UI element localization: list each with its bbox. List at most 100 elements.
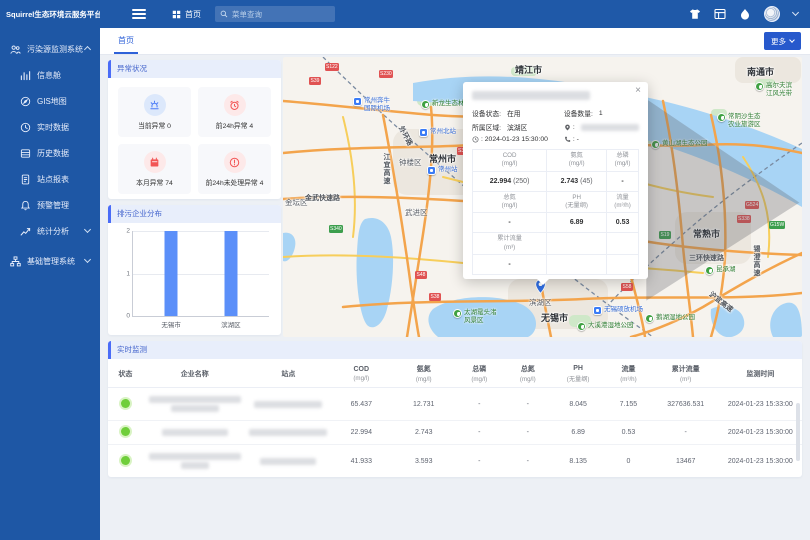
sidebar-item-实时数据[interactable]: 实时数据 [0, 114, 100, 140]
location-pin-icon [564, 124, 571, 131]
map-poi[interactable]: 无锡硕放机场 [593, 306, 643, 315]
scrollbar-thumb[interactable] [796, 403, 800, 461]
chevron-down-icon[interactable] [792, 9, 799, 16]
map-poi[interactable]: 大溪港湿地公园 [577, 322, 634, 331]
breadcrumb[interactable]: 首页 [172, 9, 201, 20]
metric-header [547, 233, 607, 255]
value-cell: 3.593 [393, 445, 455, 478]
station-cell [247, 388, 330, 421]
metric-value: 2.743 (45) [547, 171, 607, 191]
map-label-常州市: 常州市 [429, 152, 456, 165]
transport-poi-icon [593, 306, 602, 315]
status-cell [108, 388, 143, 421]
map-poi[interactable]: 太湖鼋头渚风景区 [453, 309, 497, 325]
device-phone: : - [573, 136, 579, 143]
station-cell [247, 421, 330, 445]
layout-icon[interactable] [714, 8, 726, 20]
map-poi[interactable]: 常州北站 [419, 128, 456, 137]
poi-label: 常州站 [438, 166, 458, 174]
map-poi[interactable]: 鹅湖湿地公园 [645, 314, 695, 323]
chevron-up-icon [84, 45, 91, 52]
status-card[interactable]: 前24h未处理异常 4 [198, 144, 271, 194]
base-system-icon [10, 256, 21, 267]
poi-label: 鹅湖湿地公园 [656, 314, 695, 322]
map-poi[interactable]: 常州奔牛国际机场 [353, 97, 390, 113]
hamburger-menu-icon[interactable] [132, 9, 146, 19]
road-badge-S340: S340 [329, 225, 343, 233]
road-badge-S39: S39 [309, 77, 321, 85]
status-card[interactable]: 本月异常 74 [118, 144, 191, 194]
poi-label: 黄山湖生态公园 [662, 140, 708, 148]
sidebar-item-预警管理[interactable]: 预警管理 [0, 192, 100, 218]
flame-icon[interactable] [739, 8, 751, 20]
monitor-table: 状态企业名称站点COD(mg/l)氨氮(mg/l)总磷(mg/l)总氮(mg/l… [108, 359, 802, 477]
sidebar-item-GIS地图[interactable]: GIS地图 [0, 88, 100, 114]
clock-alert-bubble [224, 94, 246, 116]
chevron-down-icon [84, 256, 91, 263]
metric-value: 6.89 [547, 213, 607, 233]
table-row[interactable]: 22.9942.743--6.890.53-2024-01-23 15:30:0… [108, 421, 802, 445]
chart-bar[interactable] [165, 231, 178, 316]
search-icon [220, 10, 228, 18]
sidebar-menu: 污染源监测系统信息舱GIS地图实时数据历史数据站点报表预警管理统计分析基础管理系… [0, 28, 100, 274]
tab-home[interactable]: 首页 [114, 28, 138, 54]
road-badge-S230: S230 [379, 70, 393, 78]
company-cell [143, 388, 247, 421]
value-cell: 8.045 [552, 388, 604, 421]
report-icon [20, 174, 31, 185]
chevron-down-icon [789, 37, 795, 43]
map-poi[interactable]: 常阴沙生态农业旅游区 [717, 113, 761, 129]
transport-poi-icon [353, 97, 362, 106]
more-button-label: 更多 [771, 36, 786, 47]
avatar[interactable] [764, 6, 780, 22]
map[interactable]: 靖江市南通市常州市无锡市常熟市金坛区武进区钟楼区滨湖区金武快速路三环快速路外环路… [283, 57, 802, 337]
sidebar-item-label: 站点报表 [37, 174, 69, 185]
value-cell: 13467 [653, 445, 719, 478]
app-logo: Squirrel生态环境云服务平台 [0, 0, 100, 28]
park-poi-icon [453, 309, 462, 318]
sidebar-item-label: 基础管理系统 [27, 256, 75, 267]
poi-label: 高尔夫滨江风光带 [766, 82, 792, 98]
table-row[interactable]: 65.43712.731--8.0457.155327636.5312024-0… [108, 388, 802, 421]
map-poi[interactable]: 黄山湖生态公园 [651, 140, 708, 149]
more-button[interactable]: 更多 [764, 32, 801, 50]
map-poi[interactable]: 常州站 [427, 166, 458, 175]
map-label-武进区: 武进区 [405, 207, 428, 218]
search-box[interactable] [215, 6, 335, 22]
status-card[interactable]: 前24h异常 4 [198, 87, 271, 137]
value-cell: 327636.531 [653, 388, 719, 421]
map-poi[interactable]: 昆承湖 [705, 266, 736, 275]
sidebar: Squirrel生态环境云服务平台 污染源监测系统信息舱GIS地图实时数据历史数… [0, 0, 100, 540]
grid-icon [172, 10, 181, 19]
breadcrumb-label: 首页 [185, 9, 201, 20]
metric-value: 0.53 [607, 213, 639, 233]
sidebar-item-污染源监测系统[interactable]: 污染源监测系统 [0, 36, 100, 62]
status-card[interactable]: 当前异常 0 [118, 87, 191, 137]
column-header-氨氮: 氨氮(mg/l) [393, 359, 455, 388]
table-row[interactable]: 41.9333.593--8.1350134672024-01-23 15:30… [108, 445, 802, 478]
map-poi[interactable]: 新龙生态林 [421, 100, 465, 109]
value-cell: 0 [604, 445, 653, 478]
metric-value: - [473, 213, 547, 233]
status-cards: 当前异常 0 前24h异常 4本月异常 74前24h未处理异常 4 [108, 78, 281, 199]
metric-header: 总氮(mg/l) [473, 191, 547, 213]
status-card-label: 当前异常 0 [138, 120, 171, 130]
chart-bar[interactable] [224, 231, 237, 316]
theme-shirt-icon[interactable] [689, 8, 701, 20]
device-status: 在用 [507, 108, 521, 118]
sidebar-item-统计分析[interactable]: 统计分析 [0, 218, 100, 244]
search-input[interactable] [232, 10, 330, 19]
column-header-PH: PH(无量纲) [552, 359, 604, 388]
sidebar-item-站点报表[interactable]: 站点报表 [0, 166, 100, 192]
sidebar-item-基础管理系统[interactable]: 基础管理系统 [0, 248, 100, 274]
sidebar-item-历史数据[interactable]: 历史数据 [0, 140, 100, 166]
map-label-靖江市: 靖江市 [515, 63, 542, 76]
park-poi-icon [755, 82, 764, 91]
sidebar-item-label: 实时数据 [37, 122, 69, 133]
status-cell [108, 445, 143, 478]
status-cell [108, 421, 143, 445]
sidebar-item-信息舱[interactable]: 信息舱 [0, 62, 100, 88]
map-poi[interactable]: 高尔夫滨江风光带 [755, 82, 792, 98]
close-icon[interactable]: × [635, 86, 641, 96]
status-dot-normal [121, 427, 130, 436]
